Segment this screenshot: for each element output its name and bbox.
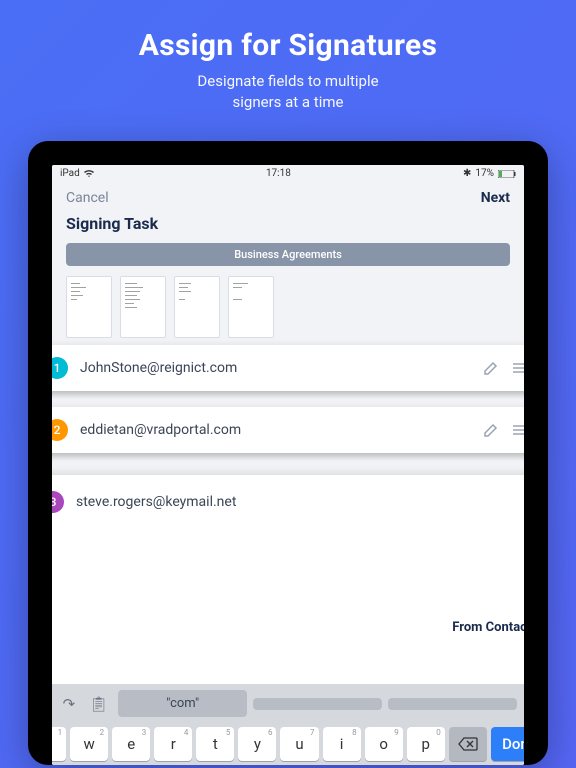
- key-p[interactable]: 0p: [407, 727, 445, 761]
- hero-section: Assign for Signatures Designate fields t…: [0, 0, 576, 129]
- edit-icon[interactable]: [482, 423, 500, 437]
- redo-icon[interactable]: ↷: [59, 695, 80, 713]
- hero-title: Assign for Signatures: [20, 28, 556, 63]
- key-u[interactable]: 7u: [280, 727, 318, 761]
- keyboard-row: 1q2w3e4r5t6y7u8i9o0p Done: [52, 723, 524, 765]
- wifi-icon: [84, 170, 94, 178]
- key-o[interactable]: 9o: [365, 727, 403, 761]
- kb-suggestion[interactable]: "com": [118, 690, 247, 717]
- signer-badge: 2: [52, 419, 68, 441]
- device-label: iPad: [60, 168, 80, 179]
- nav-bar: Cancel Next: [52, 182, 524, 210]
- key-e[interactable]: 3e: [112, 727, 150, 761]
- key-t[interactable]: 5t: [196, 727, 234, 761]
- undo-icon[interactable]: ↶: [52, 695, 53, 713]
- signer-row[interactable]: 3 steve.rogers@keymail.net: [52, 475, 524, 529]
- next-button[interactable]: Next: [481, 190, 510, 206]
- page-title: Signing Task: [52, 210, 524, 243]
- hero-subtitle: Designate fields to multiplesigners at a…: [20, 71, 556, 113]
- kb-suggestion[interactable]: [253, 698, 382, 710]
- clipboard-icon[interactable]: 📋︎: [85, 695, 112, 713]
- kb-collapse-icon[interactable]: ⌄: [523, 695, 524, 713]
- keyboard-suggestion-bar: ↶ ↷ 📋︎ "com" ⌄: [52, 684, 524, 723]
- signer-email: JohnStone@reignict.com: [80, 360, 470, 376]
- signer-email: eddietan@vradportal.com: [80, 422, 470, 438]
- done-key[interactable]: Done: [491, 727, 524, 761]
- cancel-button[interactable]: Cancel: [66, 190, 109, 206]
- signer-badge: 1: [52, 357, 68, 379]
- document-thumbnails: ▬▬▬▬▬▬▬▬▬▬▬▬▬▬▬▬▬ ▬▬▬▬▬▬▬▬▬▬▬▬▬▬▬▬▬▬▬▬▬▬…: [52, 266, 524, 352]
- key-r[interactable]: 4r: [154, 727, 192, 761]
- doc-thumb[interactable]: ▬▬▬▬▬▬▬▬▬▬▬▬▬▬▬▬▬▬▬▬▬▬▬▬▬▬▬▬▬▬▬: [120, 276, 166, 338]
- signer-email: steve.rogers@keymail.net: [76, 494, 524, 510]
- status-time: 17:18: [266, 168, 291, 179]
- drag-icon[interactable]: [512, 424, 524, 436]
- battery-label: 17%: [475, 168, 494, 179]
- tablet-frame: iPad 17:18 ✱ 17% Cancel Next Signing Tas…: [28, 141, 548, 765]
- signer-card-1: 1 JohnStone@reignict.com: [52, 345, 524, 399]
- edit-icon[interactable]: [482, 361, 500, 375]
- signer-row[interactable]: 2 eddietan@vradportal.com: [52, 407, 524, 453]
- key-i[interactable]: 8i: [323, 727, 361, 761]
- signer-badge: 3: [52, 491, 64, 513]
- backspace-key[interactable]: [449, 727, 487, 761]
- key-w[interactable]: 2w: [70, 727, 108, 761]
- battery-icon: [498, 170, 516, 178]
- key-y[interactable]: 6y: [238, 727, 276, 761]
- tablet-screen: iPad 17:18 ✱ 17% Cancel Next Signing Tas…: [52, 165, 524, 765]
- doc-thumb[interactable]: ▬▬▬▬▬▬▬▬▬▬▬: [228, 276, 274, 338]
- key-q[interactable]: 1q: [52, 727, 66, 761]
- signer-row[interactable]: 1 JohnStone@reignict.com: [52, 345, 524, 391]
- doc-thumb[interactable]: ▬▬▬▬▬▬▬▬▬▬▬▬▬▬▬▬▬: [66, 276, 112, 338]
- signer-card-3: 3 steve.rogers@keymail.net From Contacts…: [52, 475, 524, 765]
- document-group-header[interactable]: Business Agreements: [66, 243, 510, 266]
- drag-icon[interactable]: [512, 362, 524, 374]
- status-bar: iPad 17:18 ✱ 17%: [52, 165, 524, 182]
- from-contacts-button[interactable]: From Contacts: [452, 620, 524, 635]
- signer-card-2: 2 eddietan@vradportal.com: [52, 407, 524, 461]
- bluetooth-icon: ✱: [463, 168, 471, 179]
- kb-suggestion[interactable]: [388, 698, 517, 710]
- doc-thumb[interactable]: ▬▬▬▬▬▬▬▬▬▬▬▬▬: [174, 276, 220, 338]
- keyboard: ↶ ↷ 📋︎ "com" ⌄ 1q2w3e4r5t6y7u8i9o0p Done: [52, 684, 524, 765]
